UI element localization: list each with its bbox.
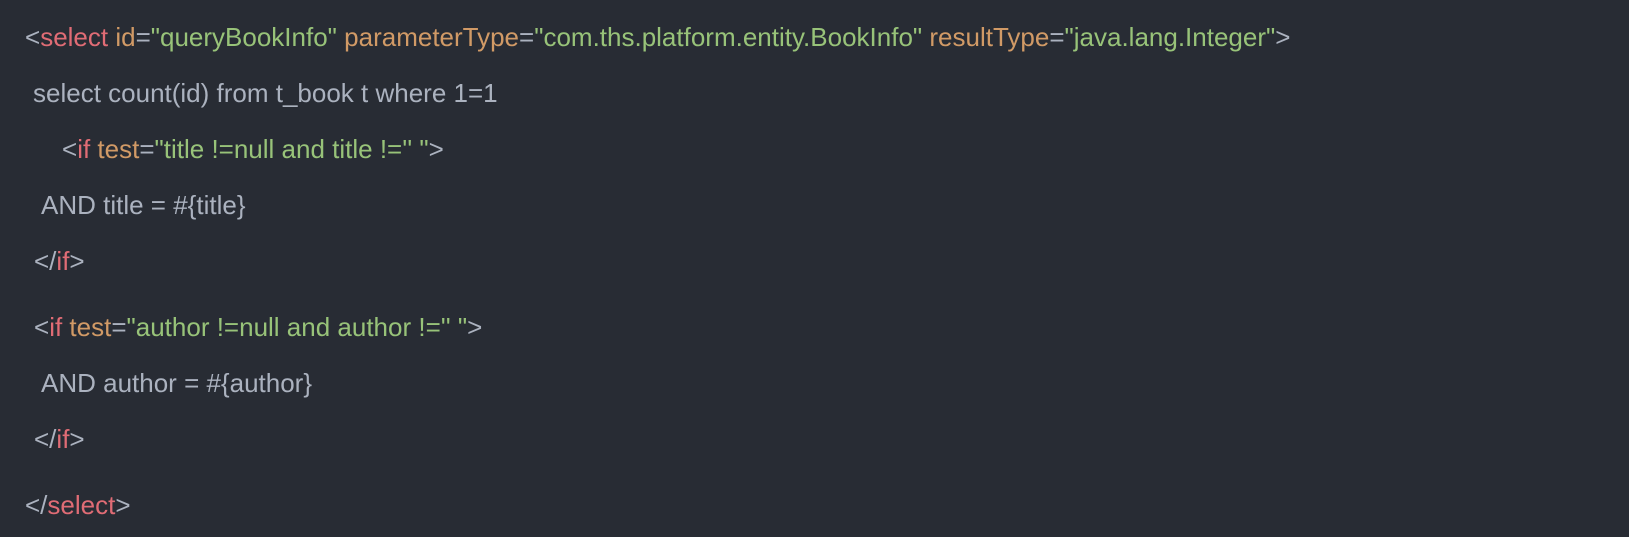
token-punct: > <box>467 312 483 342</box>
code-line-if-close: </if> <box>34 245 85 277</box>
token-punct: = <box>111 312 127 342</box>
token-punct: = <box>519 22 535 52</box>
token-attr: test <box>69 312 112 342</box>
code-line-select-open: <select id="queryBookInfo" parameterType… <box>25 21 1290 53</box>
token-tag: select <box>47 490 116 520</box>
token-punct: > <box>115 490 131 520</box>
code-line-sql: select count(id) from t_book t where 1=1 <box>33 78 498 108</box>
token-tag: if <box>56 424 70 454</box>
token-punct: < <box>34 312 50 342</box>
token-string: "title !=null and title !='' " <box>154 134 429 164</box>
code-line-and-title: AND title = #{title} <box>41 190 246 220</box>
code-line-if-author-open: <if test="author !=null and author !='' … <box>34 311 482 343</box>
token-punct: = <box>1049 22 1065 52</box>
token-punct: > <box>1275 22 1291 52</box>
code-line-and-author: AND author = #{author} <box>41 368 313 398</box>
token-string: "queryBookInfo" <box>150 22 337 52</box>
code-line-if-title-open: <if test="title !=null and title !='' "> <box>62 133 444 165</box>
token-attr: resultType <box>929 22 1050 52</box>
code-line-select-close: </select> <box>25 489 131 521</box>
code-block: <select id="queryBookInfo" parameterType… <box>0 0 1629 537</box>
token-punct: > <box>428 134 444 164</box>
token-punct: < <box>62 134 78 164</box>
token-attr: parameterType <box>344 22 520 52</box>
token-tag: select <box>40 22 109 52</box>
token-punct: </ <box>34 424 57 454</box>
token-punct: = <box>135 22 151 52</box>
token-string: "java.lang.Integer" <box>1064 22 1276 52</box>
token-punct: </ <box>25 490 48 520</box>
token-tag: if <box>77 134 91 164</box>
token-string: "author !=null and author !='' " <box>126 312 468 342</box>
token-tag: if <box>56 246 70 276</box>
token-punct: > <box>69 246 85 276</box>
token-attr: id <box>115 22 136 52</box>
code-line-if-close: </if> <box>34 423 85 455</box>
token-tag: if <box>49 312 63 342</box>
token-string: "com.ths.platform.entity.BookInfo" <box>534 22 923 52</box>
token-attr: test <box>97 134 140 164</box>
token-punct: < <box>25 22 41 52</box>
token-punct: </ <box>34 246 57 276</box>
token-punct: > <box>69 424 85 454</box>
token-punct: = <box>139 134 155 164</box>
